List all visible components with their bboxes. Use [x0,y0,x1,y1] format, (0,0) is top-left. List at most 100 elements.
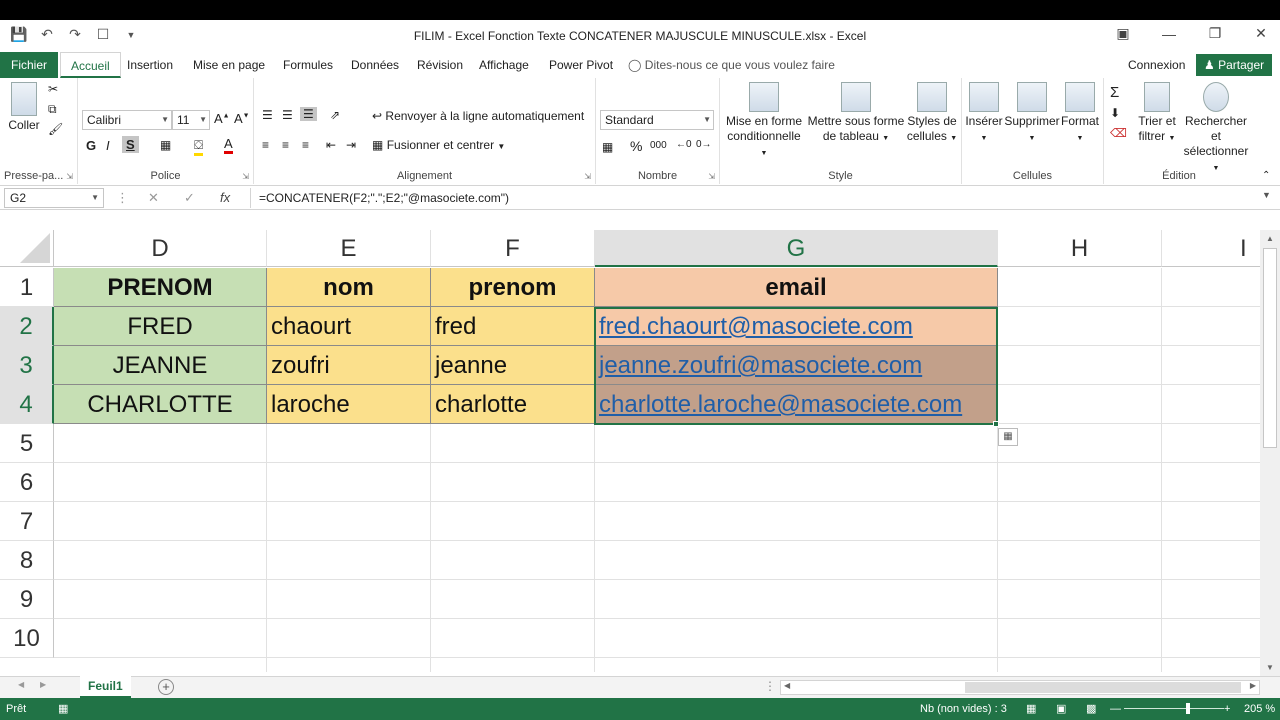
number-format-combo[interactable]: Standard ▼ [600,110,714,130]
bold-button[interactable]: G [86,138,96,153]
borders-icon[interactable]: ▦ [160,138,171,152]
prev-sheet-icon[interactable]: ◀ [18,680,24,689]
next-sheet-icon[interactable]: ▶ [40,680,46,689]
cell-g3[interactable]: jeanne.zoufri@masociete.com [595,346,998,385]
format-painter-icon[interactable]: 🖌 [48,122,63,136]
cell-d2[interactable]: FRED [54,307,267,346]
tab-data[interactable]: Données [341,52,409,78]
column-header-d[interactable]: D [54,230,267,267]
tab-review[interactable]: Révision [407,52,473,78]
format-as-table-button[interactable]: Mettre sous forme de tableau ▼ [806,82,906,146]
zoom-slider[interactable] [1124,708,1224,709]
tab-formulas[interactable]: Formules [273,52,343,78]
copy-icon[interactable]: ⧉ [48,102,57,117]
italic-button[interactable]: I [106,138,110,153]
fill-icon[interactable]: ⬇ [1110,106,1120,120]
underline-button[interactable]: S [122,136,139,153]
clear-icon[interactable]: ⌫ [1110,126,1127,140]
sheet-tab-feuil1[interactable]: Feuil1 [80,676,131,698]
align-bottom-icon[interactable]: ☰ [300,107,317,121]
fill-handle[interactable] [993,421,999,427]
zoom-out-icon[interactable]: — [1110,698,1121,720]
collapse-ribbon-icon[interactable]: ⌃ [1262,170,1270,181]
cell-i4[interactable] [1162,385,1260,424]
font-color-icon[interactable]: A [224,136,233,154]
close-icon[interactable]: ✕ [1252,25,1270,42]
cell-h2[interactable] [998,307,1162,346]
increase-decimal-icon[interactable]: ←0 [676,139,692,150]
increase-font-icon[interactable]: A▲ [214,111,230,126]
cell-g4[interactable]: charlotte.laroche@masociete.com [595,385,998,424]
empty-rows[interactable] [54,424,1260,672]
cell-h3[interactable] [998,346,1162,385]
spreadsheet-grid[interactable]: D E F G H I 1 2 3 4 5 6 7 8 9 10 PRENOM … [0,230,1260,672]
row-header-5[interactable]: 5 [0,424,54,463]
sort-filter-button[interactable]: Trier et filtrer ▼ [1134,82,1180,146]
row-header-10[interactable]: 10 [0,619,54,658]
decrease-indent-icon[interactable]: ⇤ [326,138,336,152]
tab-power-pivot[interactable]: Power Pivot [539,52,623,78]
cell-g2[interactable]: fred.chaourt@masociete.com [595,307,998,346]
tell-me-box[interactable]: ◯ Dites-nous ce que vous voulez faire [628,52,835,78]
row-header-8[interactable]: 8 [0,541,54,580]
cell-i2[interactable] [1162,307,1260,346]
cell-f2[interactable]: fred [431,307,595,346]
decrease-decimal-icon[interactable]: 0→ [696,139,712,150]
zoom-slider-knob[interactable] [1186,703,1190,714]
cell-f3[interactable]: jeanne [431,346,595,385]
select-all-corner[interactable] [0,230,54,267]
vertical-scrollbar[interactable]: ▲ ▼ [1260,230,1280,676]
column-header-h[interactable]: H [998,230,1162,267]
align-top-icon[interactable]: ☰ [262,108,273,122]
font-size-combo[interactable]: 11 ▼ [172,110,210,130]
insert-cells-button[interactable]: Insérer ▼ [964,82,1004,146]
cell-d3[interactable]: JEANNE [54,346,267,385]
dialog-launcher-icon[interactable]: ⇲ [66,172,73,181]
align-center-icon[interactable]: ≡ [282,138,289,152]
format-cells-button[interactable]: Format ▼ [1060,82,1100,146]
wrap-text-button[interactable]: ↩ Renvoyer à la ligne automatiquement [372,109,584,123]
currency-icon[interactable]: ▦ [602,140,613,154]
cell-d1[interactable]: PRENOM [54,268,267,307]
cell-g1[interactable]: email [595,268,998,307]
ribbon-display-icon[interactable]: ▣ [1114,25,1132,42]
cell-e1[interactable]: nom [267,268,431,307]
cell-h4[interactable] [998,385,1162,424]
zoom-in-icon[interactable]: + [1224,698,1230,720]
increase-indent-icon[interactable]: ⇥ [346,138,356,152]
cell-e4[interactable]: laroche [267,385,431,424]
zoom-level[interactable]: 205 % [1244,698,1275,720]
thousands-button[interactable]: 000 [650,140,667,151]
orientation-icon[interactable]: ⇗ [330,108,340,122]
column-header-f[interactable]: F [431,230,595,267]
page-break-view-icon[interactable]: ▩ [1086,698,1096,720]
minimize-icon[interactable]: — [1160,26,1178,42]
scroll-up-icon[interactable]: ▲ [1266,234,1274,243]
column-header-i[interactable]: I [1162,230,1260,267]
cell-h1[interactable] [998,268,1162,307]
tab-page-layout[interactable]: Mise en page [183,52,275,78]
enter-icon[interactable]: ✓ [184,190,195,206]
formula-input[interactable]: =CONCATENER(F2;".";E2;"@masociete.com") [250,188,1260,208]
tab-file[interactable]: Fichier [0,52,58,78]
scroll-right-icon[interactable]: ▶ [1250,681,1256,690]
scroll-down-icon[interactable]: ▼ [1266,663,1274,672]
decrease-font-icon[interactable]: A▼ [234,111,250,126]
cell-i1[interactable] [1162,268,1260,307]
cancel-icon[interactable]: ✕ [148,190,159,206]
row-header-6[interactable]: 6 [0,463,54,502]
name-box[interactable]: G2 ▼ [4,188,104,208]
dialog-launcher-icon[interactable]: ⇲ [242,172,249,181]
cell-d4[interactable]: CHARLOTTE [54,385,267,424]
horizontal-scrollbar[interactable]: ◀ ▶ [780,680,1260,695]
dialog-launcher-icon[interactable]: ⇲ [584,172,591,181]
row-header-7[interactable]: 7 [0,502,54,541]
align-middle-icon[interactable]: ☰ [282,108,293,122]
fill-color-icon[interactable]: ⛋ [194,138,204,156]
vertical-scroll-thumb[interactable] [1263,248,1277,448]
cell-styles-button[interactable]: Styles de cellules ▼ [906,82,958,146]
cell-e2[interactable]: chaourt [267,307,431,346]
row-header-4[interactable]: 4 [0,385,54,424]
quick-analysis-icon[interactable]: ▦ [998,428,1018,446]
page-layout-view-icon[interactable]: ▣ [1056,698,1066,720]
